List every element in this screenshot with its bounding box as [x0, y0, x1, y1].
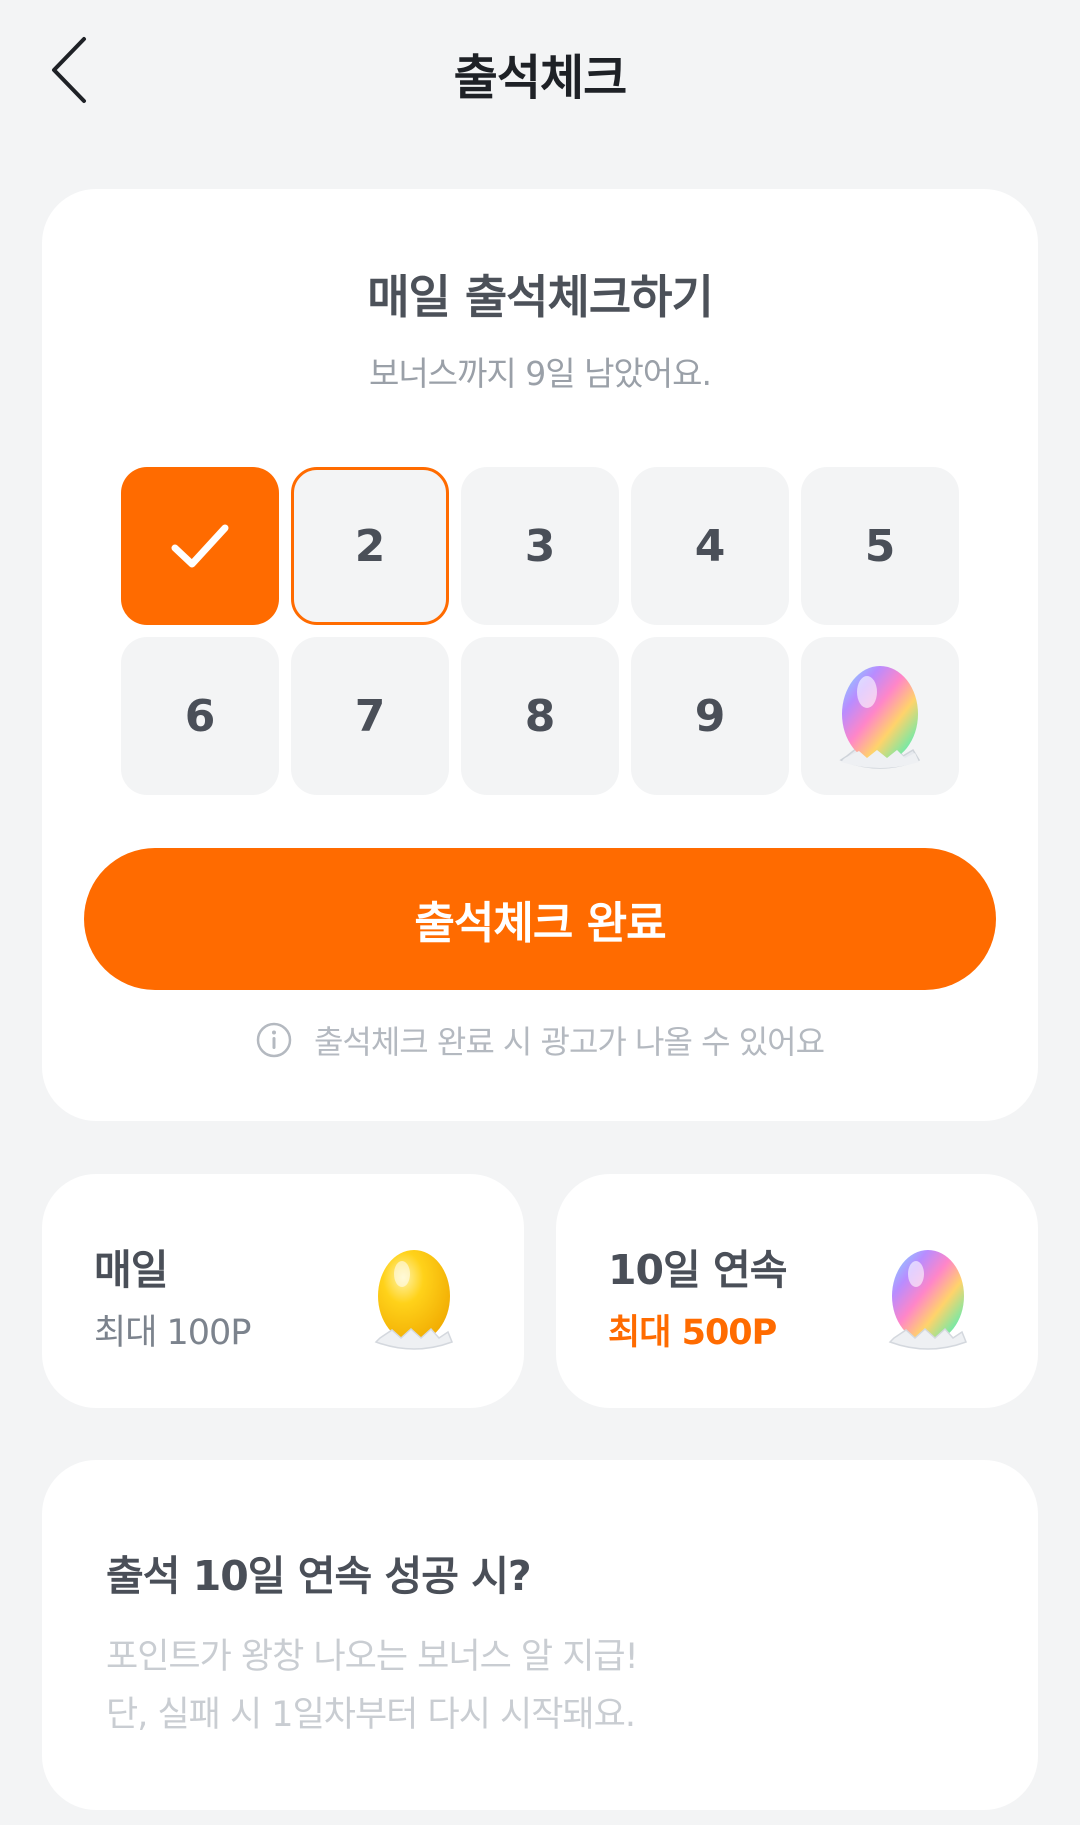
- check-icon: [171, 524, 229, 568]
- attendance-calendar: 2 3 4 5 6 7 8 9: [121, 467, 961, 795]
- streak-reward-amount: 최대 500P: [608, 1313, 777, 1353]
- attendance-subtitle: 보너스까지 9일 남았어요.: [368, 354, 712, 393]
- streak-reward-title: 10일 연속: [608, 1246, 787, 1294]
- daily-reward-title: 매일: [94, 1246, 168, 1294]
- day-tile-4: 4: [631, 467, 789, 625]
- day-tile-3: 3: [461, 467, 619, 625]
- daily-reward-card: 매일 최대 100P: [42, 1174, 524, 1408]
- day-tile-7: 7: [291, 637, 449, 795]
- attendance-title: 매일 출석체크하기: [367, 270, 714, 324]
- bonus-title: 출석 10일 연속 성공 시?: [106, 1552, 532, 1600]
- day-tile-5: 5: [801, 467, 959, 625]
- info-icon: [256, 1022, 292, 1058]
- day-tile-bonus: [801, 637, 959, 795]
- attendance-card: 매일 출석체크하기 보너스까지 9일 남았어요. 2 3 4 5 6 7 8 9…: [42, 189, 1038, 1121]
- streak-reward-card: 10일 연속 최대 500P: [556, 1174, 1038, 1408]
- rainbow-egg-icon: [839, 666, 921, 769]
- ad-notice-text: 출석체크 완료 시 광고가 나올 수 있어요: [313, 1023, 825, 1061]
- rainbow-egg-icon: [888, 1250, 967, 1350]
- bonus-description-1: 포인트가 왕창 나오는 보너스 알 지급!: [106, 1637, 639, 1677]
- gold-egg-icon: [374, 1250, 453, 1350]
- page-title: 출석체크: [453, 50, 628, 106]
- ad-notice: 출석체크 완료 시 광고가 나올 수 있어요: [42, 1017, 1038, 1063]
- bonus-info-card: 출석 10일 연속 성공 시? 포인트가 왕창 나오는 보너스 알 지급! 단,…: [42, 1460, 1038, 1810]
- day-tile-6: 6: [121, 637, 279, 795]
- daily-reward-amount: 최대 100P: [94, 1313, 251, 1353]
- bonus-description-2: 단, 실패 시 1일차부터 다시 시작돼요.: [106, 1695, 636, 1735]
- day-tile-8: 8: [461, 637, 619, 795]
- day-tile-2-today: 2: [291, 467, 449, 625]
- day-tile-1-checked: [121, 467, 279, 625]
- day-tile-9: 9: [631, 637, 789, 795]
- top-app-bar: 출석체크: [0, 0, 1080, 140]
- attendance-complete-button[interactable]: 출석체크 완료: [84, 848, 996, 990]
